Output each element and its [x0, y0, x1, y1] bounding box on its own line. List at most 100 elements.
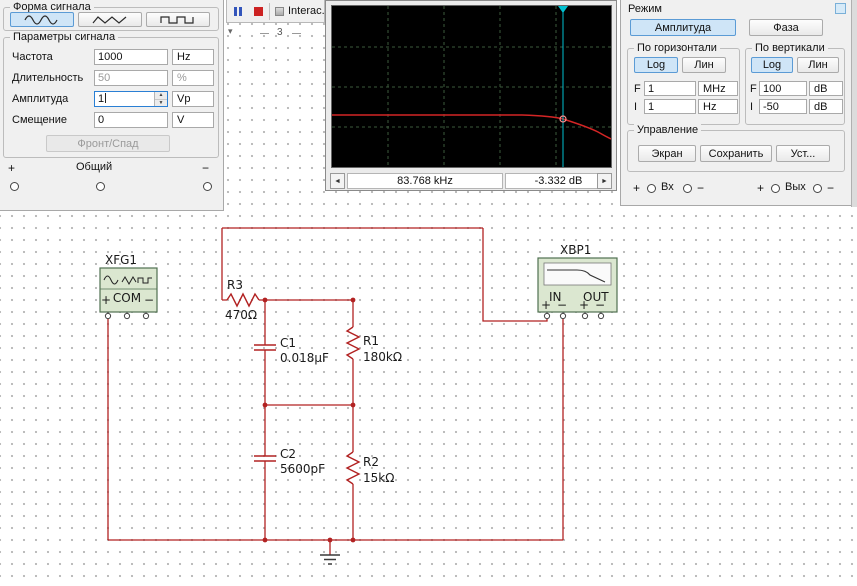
- spin-down-icon[interactable]: ▼: [155, 99, 167, 106]
- v-final-label: F: [750, 83, 757, 95]
- horizontal-log-button[interactable]: Log: [634, 57, 678, 73]
- component-ref: XFG1: [105, 253, 137, 267]
- sine-waveform-button[interactable]: [10, 12, 74, 27]
- dropdown-icon[interactable]: ▾: [228, 25, 233, 38]
- vertical-lin-button[interactable]: Лин: [797, 57, 839, 73]
- xbp1-instrument[interactable]: XBP1 IN OUT + − + −: [537, 243, 618, 320]
- settings-button[interactable]: Уст...: [776, 145, 830, 162]
- v-final-input[interactable]: 100: [759, 81, 807, 96]
- edge-button[interactable]: Фронт/Спад: [46, 135, 170, 152]
- frequency-value: 1000: [98, 51, 123, 63]
- bode-plot: [332, 6, 612, 167]
- cursor-left-button[interactable]: ◄: [330, 173, 345, 189]
- junction-dot: [262, 537, 268, 543]
- plus-mark: +: [101, 293, 111, 307]
- in-minus-label: −: [697, 181, 705, 195]
- capacitor-symbol[interactable]: [254, 344, 276, 351]
- in-minus-terminal: [683, 184, 692, 193]
- interactive-sim-label[interactable]: Interac...: [288, 5, 324, 18]
- minus-mark: −: [557, 298, 567, 312]
- fg-plus-terminal: [10, 182, 19, 191]
- h-initial-label: I: [634, 101, 638, 113]
- wires[interactable]: [107, 227, 564, 555]
- spin-up-icon[interactable]: ▲: [155, 92, 167, 100]
- cursor-handle[interactable]: [558, 6, 568, 13]
- horizontal-group-label: По горизонтали: [634, 42, 720, 55]
- ruler-number: 3: [277, 27, 283, 38]
- junction-dot: [350, 402, 356, 408]
- resistor-symbol[interactable]: [345, 451, 361, 485]
- com-label: COM: [113, 291, 141, 305]
- square-waveform-button[interactable]: [146, 12, 210, 27]
- terminal-out-minus[interactable]: [597, 312, 605, 320]
- terminal-minus[interactable]: [142, 312, 150, 320]
- component-r3[interactable]: R3 470Ω: [225, 278, 260, 322]
- h-final-label: F: [634, 83, 641, 95]
- amplitude-stepper[interactable]: ▲ ▼: [154, 92, 167, 106]
- horizontal-lin-button[interactable]: Лин: [682, 57, 726, 73]
- component-ref: XBP1: [560, 243, 591, 257]
- sine-wave-icon: [24, 14, 58, 25]
- offset-input[interactable]: 0: [94, 112, 168, 128]
- interactive-sim-icon[interactable]: [275, 7, 284, 16]
- component-ref: C2: [280, 447, 296, 461]
- bode-display-window: ◄ 83.768 kHz -3.332 dB ►: [325, 0, 617, 191]
- phase-mode-button[interactable]: Фаза: [749, 19, 823, 36]
- component-value: 180kΩ: [363, 350, 402, 364]
- h-initial-input[interactable]: 1: [644, 99, 696, 114]
- h-initial-unit: Hz: [698, 99, 738, 114]
- terminal-in-minus[interactable]: [559, 312, 567, 320]
- resistor-symbol[interactable]: [345, 326, 361, 360]
- duty-input[interactable]: 50: [94, 70, 168, 86]
- vertical-log-button[interactable]: Log: [751, 57, 793, 73]
- cursor-right-button[interactable]: ►: [597, 173, 612, 189]
- v-initial-input[interactable]: -50: [759, 99, 807, 114]
- terminal-plus[interactable]: [104, 312, 112, 320]
- junction-dot: [350, 297, 356, 303]
- duty-value: 50: [98, 72, 111, 84]
- control-group-label: Управление: [634, 124, 702, 137]
- scrollbar[interactable]: [851, 0, 857, 207]
- plot-grid: [332, 6, 611, 167]
- component-ref: R3: [227, 278, 243, 292]
- amplitude-mode-button[interactable]: Амплитуда: [630, 19, 736, 36]
- duty-unit: %: [172, 70, 214, 86]
- frequency-input[interactable]: 1000: [94, 49, 168, 65]
- amplitude-value: 1: [98, 93, 105, 105]
- capacitor-symbol[interactable]: [254, 455, 276, 462]
- offset-label: Смещение: [12, 114, 68, 126]
- stop-icon[interactable]: [254, 7, 263, 16]
- plus-mark: +: [579, 298, 589, 312]
- pause-icon[interactable]: [234, 7, 237, 16]
- control-group: Управление Экран Сохранить Уст...: [627, 124, 845, 172]
- screen-button[interactable]: Экран: [638, 145, 696, 162]
- panel-help-icon[interactable]: [835, 3, 846, 14]
- resistor-symbol[interactable]: [226, 292, 260, 308]
- terminal-in-plus[interactable]: [543, 312, 551, 320]
- h-final-input[interactable]: 1: [644, 81, 696, 96]
- cursor-frequency-readout: 83.768 kHz: [347, 173, 503, 189]
- v-initial-label: I: [750, 101, 754, 113]
- amplitude-input[interactable]: 1 ▲ ▼: [94, 91, 168, 107]
- component-r2[interactable]: R2 15kΩ: [345, 451, 394, 485]
- offset-unit: V: [172, 112, 214, 128]
- v-final-unit: dB: [809, 81, 843, 96]
- terminal-out-plus[interactable]: [581, 312, 589, 320]
- junction-dots: [262, 297, 356, 543]
- xfg1-instrument[interactable]: XFG1 + COM −: [99, 253, 158, 320]
- ground-symbol[interactable]: [320, 554, 340, 565]
- component-value: 0.018µF: [280, 351, 329, 365]
- pause-icon[interactable]: [239, 7, 242, 16]
- fg-minus-terminal: [203, 182, 212, 191]
- terminal-com[interactable]: [123, 312, 131, 320]
- junction-dot: [262, 402, 268, 408]
- wire-ground-rail[interactable]: [107, 316, 563, 541]
- save-button[interactable]: Сохранить: [700, 145, 772, 162]
- junction-dot: [327, 537, 333, 543]
- minus-mark: −: [144, 293, 154, 307]
- component-r1[interactable]: R1 180kΩ: [345, 326, 402, 364]
- out-plus-label: +: [757, 181, 765, 195]
- signal-params-group-label: Параметры сигнала: [10, 31, 119, 44]
- component-ref: C1: [280, 336, 296, 350]
- triangle-waveform-button[interactable]: [78, 12, 142, 27]
